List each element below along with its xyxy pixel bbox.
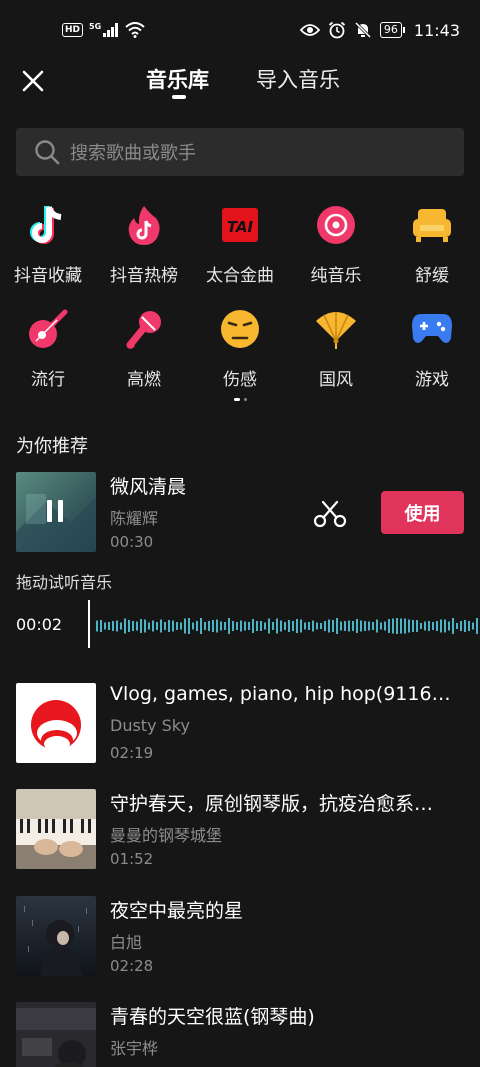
search-icon bbox=[35, 140, 60, 165]
category-label: 抖音热榜 bbox=[110, 266, 178, 286]
wifi-icon bbox=[125, 22, 145, 38]
song-item[interactable]: 青春的天空很蓝(钢琴曲) 张宇桦 bbox=[16, 1002, 476, 1067]
tab-import-music[interactable]: 导入音乐 bbox=[256, 64, 340, 94]
tiktok-icon bbox=[26, 203, 70, 247]
tai-icon: TAI bbox=[218, 203, 262, 247]
search-placeholder: 搜索歌曲或歌手 bbox=[70, 143, 196, 164]
tab-indicator bbox=[172, 95, 186, 99]
battery-indicator: 96 bbox=[379, 22, 405, 38]
song-cover bbox=[16, 789, 96, 869]
close-icon bbox=[22, 70, 44, 92]
song-title: 夜空中最亮的星 bbox=[110, 900, 244, 922]
mute-bell-icon bbox=[354, 21, 371, 39]
category-douyin-favorites[interactable]: 抖音收藏 bbox=[0, 203, 96, 307]
gamepad-icon bbox=[410, 307, 454, 351]
category-taihe-hits[interactable]: TAI 太合金曲 bbox=[192, 203, 288, 307]
category-label: 舒缓 bbox=[415, 266, 449, 286]
category-label: 抖音收藏 bbox=[14, 266, 82, 286]
song-cover bbox=[16, 1002, 96, 1067]
sofa-icon bbox=[410, 203, 454, 247]
song-artist: 白旭 bbox=[110, 933, 143, 952]
song-cover bbox=[16, 472, 96, 552]
waveform-scrubber[interactable]: 00:02 bbox=[0, 598, 480, 650]
waveform-bars bbox=[96, 618, 478, 634]
song-item-playing[interactable]: 微风清晨 陈耀辉 00:30 使用 bbox=[16, 472, 476, 552]
use-button[interactable]: 使用 bbox=[381, 491, 464, 534]
song-item[interactable]: 夜空中最亮的星 白旭 02:28 bbox=[16, 896, 476, 976]
song-artist: Dusty Sky bbox=[110, 716, 190, 735]
playhead[interactable] bbox=[88, 600, 90, 648]
page-dot-active bbox=[233, 398, 240, 401]
fan-icon bbox=[314, 307, 358, 351]
category-pop[interactable]: 流行 bbox=[0, 307, 96, 411]
category-label: 游戏 bbox=[415, 370, 449, 390]
category-label: 伤感 bbox=[223, 370, 257, 390]
svg-text:TAI: TAI bbox=[227, 218, 254, 236]
guitar-icon bbox=[26, 307, 70, 351]
page-dot bbox=[243, 398, 247, 401]
category-soothing[interactable]: 舒缓 bbox=[384, 203, 480, 307]
category-label: 国风 bbox=[319, 370, 353, 390]
category-chinese-style[interactable]: 国风 bbox=[288, 307, 384, 411]
category-label: 纯音乐 bbox=[310, 266, 362, 286]
song-item[interactable]: Vlog, games, piano, hip hop(911627) Dust… bbox=[16, 683, 476, 763]
search-input[interactable]: 搜索歌曲或歌手 bbox=[16, 128, 464, 176]
vinyl-icon bbox=[314, 203, 358, 247]
status-bar: HD 5G 96 11:43 bbox=[0, 0, 480, 60]
pause-icon[interactable] bbox=[47, 500, 52, 522]
category-label: 流行 bbox=[31, 370, 65, 390]
category-pure-music[interactable]: 纯音乐 bbox=[288, 203, 384, 307]
section-title-recommend: 为你推荐 bbox=[16, 436, 88, 457]
song-artist: 曼曼的钢琴城堡 bbox=[110, 826, 223, 845]
eye-icon bbox=[299, 24, 320, 36]
tab-music-library[interactable]: 音乐库 bbox=[146, 64, 209, 94]
signal-icon bbox=[103, 23, 119, 37]
song-title: 青春的天空很蓝(钢琴曲) bbox=[110, 1006, 315, 1028]
category-douyin-hot[interactable]: 抖音热榜 bbox=[96, 203, 192, 307]
trim-button[interactable] bbox=[313, 500, 347, 528]
scissors-icon bbox=[313, 500, 347, 528]
hd-badge: HD bbox=[62, 23, 84, 37]
song-artist: 陈耀辉 bbox=[110, 509, 159, 528]
drag-hint: 拖动试听音乐 bbox=[16, 573, 113, 592]
close-button[interactable] bbox=[18, 66, 48, 96]
song-cover bbox=[16, 896, 96, 976]
category-games[interactable]: 游戏 bbox=[384, 307, 480, 411]
flame-icon bbox=[122, 203, 166, 247]
clock: 11:43 bbox=[413, 20, 460, 40]
song-title: 微风清晨 bbox=[110, 476, 187, 498]
song-cover bbox=[16, 683, 96, 763]
song-title: Vlog, games, piano, hip hop(911627) bbox=[110, 683, 454, 705]
category-page-indicator bbox=[0, 398, 480, 401]
playback-time: 00:02 bbox=[16, 615, 63, 634]
category-grid: 抖音收藏 抖音热榜 TAI 太合金曲 纯音乐 舒缓 流行 高燃 伤感 国风 游戏 bbox=[0, 203, 480, 411]
category-label: 高燃 bbox=[127, 370, 161, 390]
song-artist: 张宇桦 bbox=[110, 1039, 159, 1058]
category-label: 太合金曲 bbox=[206, 266, 274, 286]
song-duration: 02:28 bbox=[110, 957, 154, 975]
microphone-icon bbox=[122, 307, 166, 351]
category-energetic[interactable]: 高燃 bbox=[96, 307, 192, 411]
alarm-icon bbox=[328, 21, 345, 39]
song-duration: 02:19 bbox=[110, 744, 154, 762]
song-duration: 00:30 bbox=[110, 533, 154, 551]
category-sad[interactable]: 伤感 bbox=[192, 307, 288, 411]
song-item[interactable]: 守护春天，原创钢琴版，抗疫治愈系… 曼曼的钢琴城堡 01:52 bbox=[16, 789, 476, 869]
top-nav: 音乐库 导入音乐 bbox=[0, 60, 480, 104]
song-title: 守护春天，原创钢琴版，抗疫治愈系… bbox=[110, 793, 434, 815]
sad-face-icon bbox=[218, 307, 262, 351]
network-type: 5G bbox=[89, 21, 102, 31]
song-duration: 01:52 bbox=[110, 850, 154, 868]
